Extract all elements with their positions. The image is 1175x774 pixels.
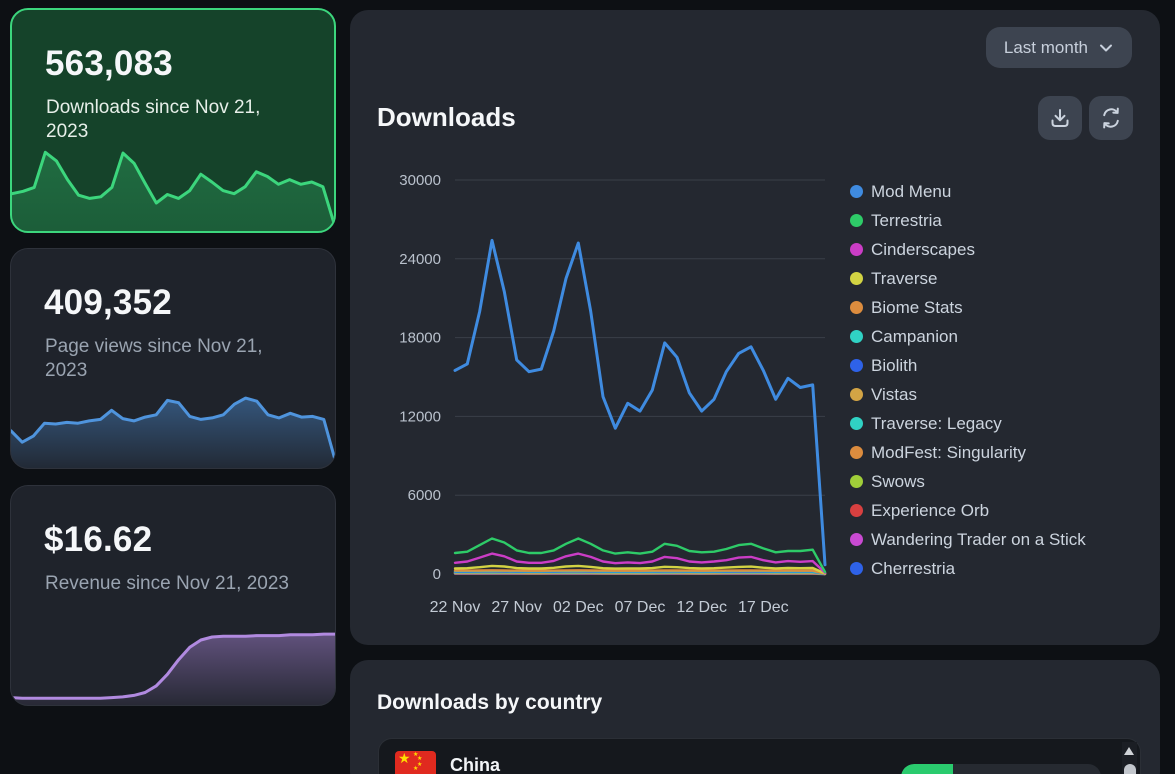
svg-text:17 Dec: 17 Dec: [738, 599, 789, 616]
legend-label: Traverse: Legacy: [871, 414, 1002, 434]
legend-dot-icon: [850, 272, 863, 285]
legend-label: Cinderscapes: [871, 240, 975, 260]
legend-dot-icon: [850, 243, 863, 256]
legend-dot-icon: [850, 504, 863, 517]
pageviews-total-label: Page views since Nov 21, 2023: [45, 335, 305, 383]
country-list: ★ ★★ ★★ China: [378, 738, 1141, 774]
legend-label: Terrestria: [871, 211, 942, 231]
legend-dot-icon: [850, 475, 863, 488]
refresh-button[interactable]: [1089, 96, 1133, 140]
legend-label: Cherrestria: [871, 559, 955, 579]
legend-dot-icon: [850, 214, 863, 227]
legend-label: Swows: [871, 472, 925, 492]
period-selector-label: Last month: [1004, 38, 1088, 58]
legend-item[interactable]: Mod Menu: [850, 177, 1086, 206]
legend-label: Campanion: [871, 327, 958, 347]
legend-dot-icon: [850, 446, 863, 459]
downloads-sparkline: [12, 147, 334, 231]
legend-item[interactable]: Experience Orb: [850, 496, 1086, 525]
country-section-title: Downloads by country: [377, 691, 602, 715]
svg-text:24000: 24000: [399, 251, 441, 268]
legend-label: Biolith: [871, 356, 917, 376]
pageviews-sparkline: [11, 386, 335, 468]
legend-dot-icon: [850, 388, 863, 401]
legend-item[interactable]: Wandering Trader on a Stick: [850, 525, 1086, 554]
country-progress-track: [901, 764, 1101, 774]
legend-label: Wandering Trader on a Stick: [871, 530, 1086, 550]
legend-item[interactable]: Biolith: [850, 351, 1086, 380]
svg-text:22 Nov: 22 Nov: [430, 599, 481, 616]
legend-item[interactable]: Vistas: [850, 380, 1086, 409]
chevron-down-icon: [1098, 40, 1114, 56]
legend-item[interactable]: ModFest: Singularity: [850, 438, 1086, 467]
svg-text:0: 0: [433, 566, 441, 583]
legend-item[interactable]: Cherrestria: [850, 554, 1086, 583]
revenue-total: $16.62: [44, 520, 152, 560]
legend-dot-icon: [850, 562, 863, 575]
svg-text:30000: 30000: [399, 172, 441, 189]
legend-item[interactable]: Terrestria: [850, 206, 1086, 235]
refresh-icon: [1099, 106, 1123, 130]
stat-card-revenue[interactable]: $16.62 Revenue since Nov 21, 2023: [10, 485, 336, 706]
legend-dot-icon: [850, 185, 863, 198]
legend-dot-icon: [850, 359, 863, 372]
period-selector[interactable]: Last month: [986, 27, 1132, 68]
legend-label: ModFest: Singularity: [871, 443, 1026, 463]
svg-text:02 Dec: 02 Dec: [553, 599, 604, 616]
downloads-total: 563,083: [45, 44, 173, 84]
analytics-page: 563,083 Downloads since Nov 21, 2023 409…: [0, 0, 1175, 774]
revenue-total-label: Revenue since Nov 21, 2023: [45, 572, 305, 596]
legend-item[interactable]: Campanion: [850, 322, 1086, 351]
svg-text:07 Dec: 07 Dec: [615, 599, 666, 616]
legend-dot-icon: [850, 301, 863, 314]
country-panel: Downloads by country ★ ★★ ★★ China: [350, 660, 1160, 774]
legend-dot-icon: [850, 330, 863, 343]
legend-dot-icon: [850, 417, 863, 430]
country-list-scrollbar[interactable]: [1122, 742, 1137, 774]
legend-item[interactable]: Traverse: Legacy: [850, 409, 1086, 438]
legend-item[interactable]: Cinderscapes: [850, 235, 1086, 264]
legend-label: Biome Stats: [871, 298, 963, 318]
svg-text:27 Nov: 27 Nov: [491, 599, 542, 616]
country-progress-fill: [901, 764, 953, 774]
legend-label: Traverse: [871, 269, 937, 289]
legend-item[interactable]: Traverse: [850, 264, 1086, 293]
svg-text:6000: 6000: [408, 487, 441, 504]
scrollbar-up-arrow-icon[interactable]: [1124, 747, 1134, 755]
stat-card-pageviews[interactable]: 409,352 Page views since Nov 21, 2023: [10, 248, 336, 469]
chart-title: Downloads: [377, 102, 516, 133]
legend-label: Experience Orb: [871, 501, 989, 521]
legend-item[interactable]: Biome Stats: [850, 293, 1086, 322]
export-button[interactable]: [1038, 96, 1082, 140]
download-icon: [1048, 106, 1072, 130]
china-flag-icon: ★ ★★ ★★: [395, 751, 436, 774]
downloads-total-label: Downloads since Nov 21, 2023: [46, 96, 306, 144]
country-name: China: [450, 755, 500, 774]
svg-text:12 Dec: 12 Dec: [676, 599, 727, 616]
revenue-sparkline: [11, 626, 335, 705]
stat-card-downloads[interactable]: 563,083 Downloads since Nov 21, 2023: [10, 8, 336, 233]
chart-legend: Mod Menu Terrestria Cinderscapes Traverse Bi…: [850, 177, 1086, 583]
downloads-panel: Last month Downloads 0 6000 12000 18000 2400…: [350, 10, 1160, 645]
legend-label: Mod Menu: [871, 182, 951, 202]
scrollbar-thumb[interactable]: [1124, 764, 1136, 774]
legend-label: Vistas: [871, 385, 917, 405]
legend-dot-icon: [850, 533, 863, 546]
pageviews-total: 409,352: [44, 283, 172, 323]
legend-item[interactable]: Swows: [850, 467, 1086, 496]
svg-text:18000: 18000: [399, 330, 441, 347]
svg-text:12000: 12000: [399, 408, 441, 425]
